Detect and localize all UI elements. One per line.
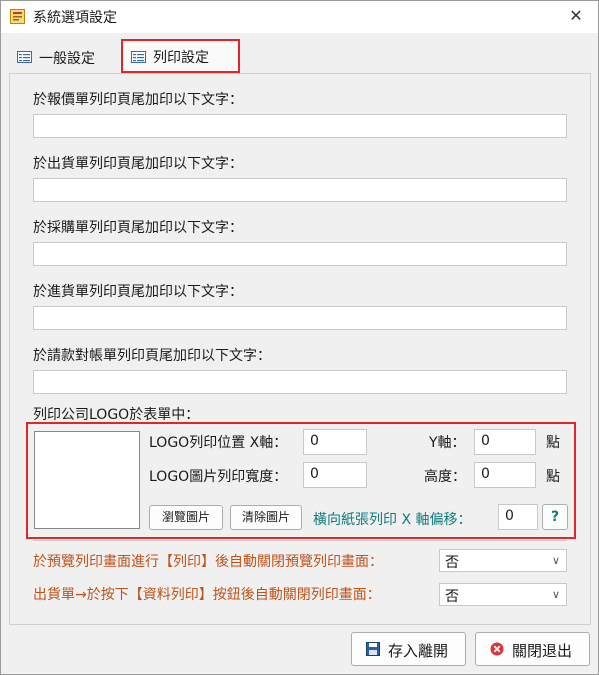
auto-close-preview-label: 於預覽列印畫面進行【列印】後自動關閉預覽列印畫面： xyxy=(33,554,383,570)
logo-height-input[interactable]: 0 xyxy=(474,462,536,488)
options-dialog: 系統選項設定 ✕ 一般設定 列印設定 於報價單列印頁尾加印以下文字： 於出貨單列… xyxy=(0,0,599,675)
auto-close-print-value: 否 xyxy=(445,589,459,605)
auto-close-print-select[interactable]: 否 ∨ xyxy=(439,583,567,606)
logo-y-input[interactable]: 0 xyxy=(474,429,536,455)
landscape-offset-input[interactable]: 0 xyxy=(498,504,538,530)
landscape-offset-label: 橫向紙張列印 X 軸偏移： xyxy=(313,512,472,528)
title-bar: 系統選項設定 ✕ xyxy=(1,1,598,33)
receiving-footer-label: 於進貨單列印頁尾加印以下文字： xyxy=(33,284,243,300)
list-icon xyxy=(17,51,32,63)
purchase-footer-label: 於採購單列印頁尾加印以下文字： xyxy=(33,220,243,236)
receiving-footer-input[interactable] xyxy=(33,306,567,330)
quote-footer-label: 於報價單列印頁尾加印以下文字： xyxy=(33,92,243,108)
tab-general-label: 一般設定 xyxy=(39,51,95,67)
chevron-down-icon: ∨ xyxy=(551,554,560,567)
help-button[interactable]: ? xyxy=(542,504,568,530)
save-icon xyxy=(366,642,380,656)
shipment-footer-label: 於出貨單列印頁尾加印以下文字： xyxy=(33,156,243,172)
browse-image-button[interactable]: 瀏覽圖片 xyxy=(149,505,223,530)
purchase-footer-input[interactable] xyxy=(33,242,567,266)
logo-position-label: LOGO列印位置 X軸： xyxy=(149,435,288,451)
close-and-exit-label: 關閉退出 xyxy=(512,642,573,660)
close-button[interactable]: ✕ xyxy=(554,1,598,31)
tab-general-settings[interactable]: 一般設定 xyxy=(11,45,107,69)
divider xyxy=(33,540,567,541)
tab-print-settings[interactable]: 列印設定 xyxy=(121,39,240,73)
chevron-down-icon: ∨ xyxy=(551,588,560,601)
save-and-exit-button[interactable]: 存入離開 xyxy=(351,632,466,666)
cancel-icon xyxy=(490,642,504,656)
save-and-exit-label: 存入離開 xyxy=(388,642,449,660)
unit-label: 點 xyxy=(546,469,560,485)
logo-section-label: 列印公司LOGO於表單中： xyxy=(33,407,200,423)
logo-preview xyxy=(34,431,140,529)
logo-width-input[interactable]: 0 xyxy=(303,462,367,488)
logo-width-label: LOGO圖片列印寬度： xyxy=(149,469,288,485)
auto-close-preview-value: 否 xyxy=(445,555,459,571)
logo-y-label: Y軸： xyxy=(429,435,466,451)
close-icon: ✕ xyxy=(569,6,583,25)
tab-print-label: 列印設定 xyxy=(153,50,209,66)
auto-close-preview-select[interactable]: 否 ∨ xyxy=(439,549,567,572)
close-and-exit-button[interactable]: 關閉退出 xyxy=(475,632,590,666)
billing-footer-input[interactable] xyxy=(33,370,567,394)
window-title: 系統選項設定 xyxy=(33,10,117,26)
unit-label: 點 xyxy=(546,435,560,451)
billing-footer-label: 於請款對帳單列印頁尾加印以下文字： xyxy=(33,348,271,364)
list-icon xyxy=(131,51,146,63)
clear-image-button[interactable]: 清除圖片 xyxy=(230,505,302,530)
app-window-icon xyxy=(10,9,25,24)
logo-x-input[interactable]: 0 xyxy=(303,429,367,455)
logo-height-label: 高度： xyxy=(424,469,466,485)
auto-close-print-label: 出貨單→於按下【資料列印】按鈕後自動關閉列印畫面： xyxy=(33,587,381,603)
shipment-footer-input[interactable] xyxy=(33,178,567,202)
quote-footer-input[interactable] xyxy=(33,114,567,138)
